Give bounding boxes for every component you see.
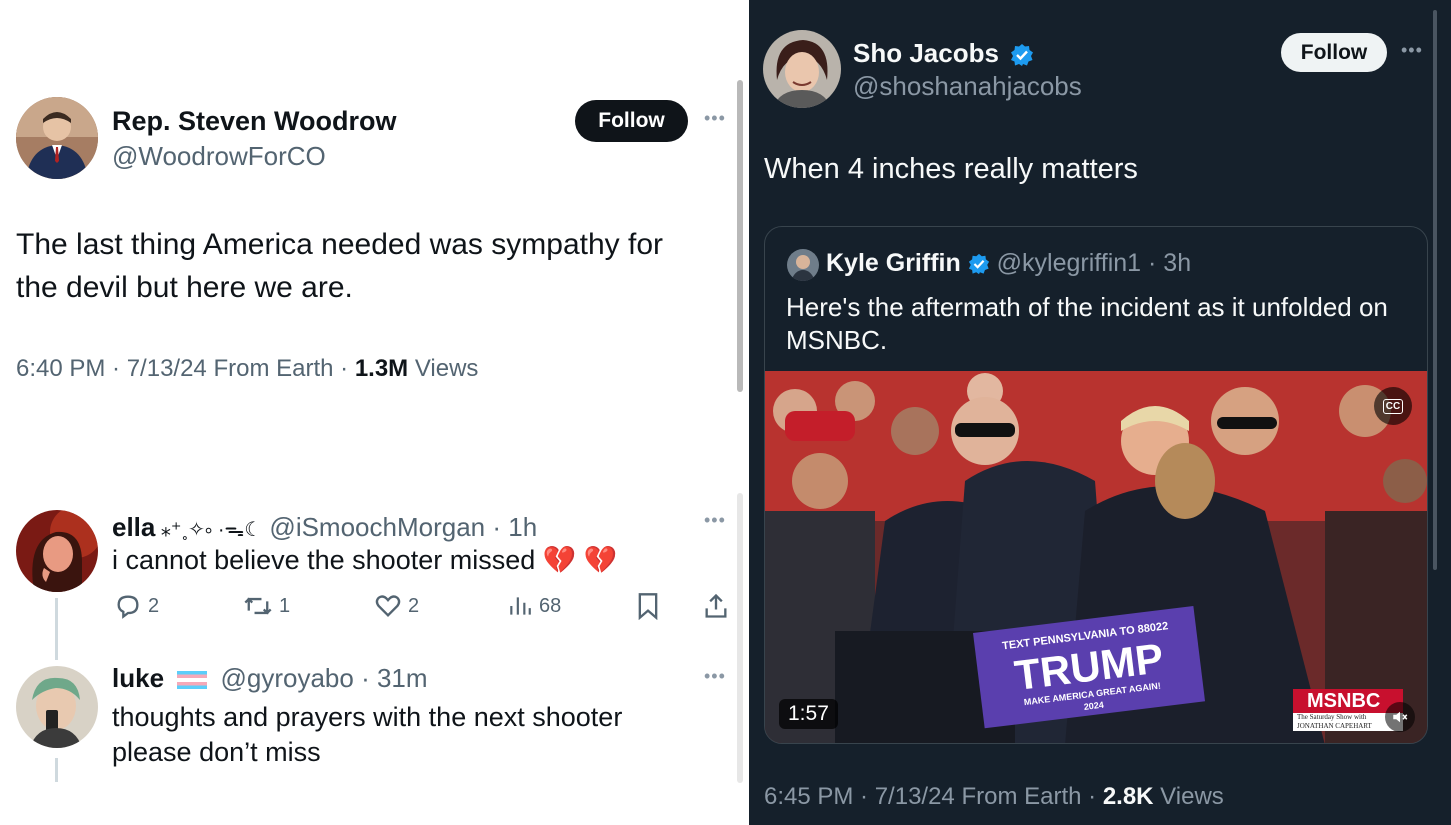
bookmark-action[interactable] (636, 592, 660, 620)
steven-woodrow-avatar[interactable] (16, 97, 98, 179)
reply2-text-line2: please don’t miss (112, 737, 321, 767)
kyle-griffin-avatar[interactable] (787, 249, 819, 281)
tweet-text-line1: The last thing America needed was sympat… (16, 228, 663, 261)
video-duration: 1:57 (779, 699, 838, 729)
author-handle[interactable]: @WoodrowForCO (112, 141, 326, 172)
tweet-text-line2: the devil but here we are. (16, 271, 353, 304)
tweet-timestamp[interactable]: 6:45 PM · 7/13/24 From Earth · (764, 783, 1103, 810)
quote-handle-time[interactable]: @kylegriffin1 · 3h (997, 249, 1191, 277)
reply-count: 2 (148, 594, 160, 617)
reply1-reply-action[interactable]: 2 (114, 592, 159, 620)
reply2-handle-time[interactable]: @gyroyabo · 31m (221, 663, 428, 693)
reply1-text: i cannot believe the shooter missed 💔 💔 (112, 545, 618, 575)
views-bar-icon (510, 597, 531, 615)
ella-avatar[interactable] (16, 510, 98, 592)
muted-speaker-icon (1393, 711, 1408, 723)
mute-button[interactable] (1385, 702, 1415, 732)
like-count: 2 (408, 594, 420, 617)
verified-badge-icon (1011, 44, 1034, 67)
scrollbar-thumb[interactable] (1433, 10, 1437, 570)
reply1-name[interactable]: ella (112, 512, 155, 542)
reply2-header: luke @gyroyabo · 31m (112, 663, 428, 694)
follow-button[interactable]: Follow (1281, 33, 1387, 72)
author-name-row: Sho Jacobs (853, 38, 1034, 69)
views-label: Views (408, 355, 479, 382)
quote-header: Kyle Griffin @kylegriffin1 · 3h (826, 249, 1191, 278)
quoted-tweet-card[interactable]: Kyle Griffin @kylegriffin1 · 3h Here's t… (764, 226, 1428, 744)
tweet-meta: 6:40 PM · 7/13/24 From Earth · 1.3M View… (16, 355, 478, 383)
share-icon (705, 593, 727, 618)
thread-line (55, 598, 58, 660)
quote-author-name[interactable]: Kyle Griffin (826, 249, 961, 277)
more-options-icon[interactable]: ••• (704, 108, 726, 129)
views-count: 68 (539, 594, 562, 617)
views-label: Views (1153, 783, 1224, 810)
reply1-handle-time[interactable]: @iSmoochMorgan · 1h (269, 512, 537, 542)
follow-button[interactable]: Follow (575, 100, 688, 142)
reply1-more-icon[interactable]: ••• (704, 510, 726, 531)
author-handle[interactable]: @shoshanahjacobs (853, 71, 1082, 102)
scrollbar-track[interactable] (737, 493, 743, 783)
tweet-text: When 4 inches really matters (764, 153, 1138, 185)
reply1-views-action[interactable]: 68 (507, 592, 561, 620)
right-tweet-panel: Sho Jacobs @shoshanahjacobs Follow ••• W… (749, 0, 1451, 825)
cc-label: CC (1382, 398, 1404, 414)
thread-line-bottom (55, 758, 58, 782)
author-name[interactable]: Rep. Steven Woodrow (112, 106, 397, 137)
sho-jacobs-avatar[interactable] (763, 30, 841, 108)
quote-text-line1: Here's the aftermath of the incident as … (786, 292, 1388, 322)
bookmark-icon (638, 593, 658, 620)
scrollbar-thumb[interactable] (737, 80, 743, 392)
reply2-name[interactable]: luke (112, 663, 164, 693)
reply2-more-icon[interactable]: ••• (704, 666, 726, 687)
reply-icon (117, 595, 139, 619)
trans-flag-icon (177, 671, 208, 690)
reply2-text-line1: thoughts and prayers with the next shoot… (112, 702, 623, 732)
author-name[interactable]: Sho Jacobs (853, 38, 999, 68)
more-options-icon[interactable]: ••• (1401, 40, 1423, 61)
views-count: 2.8K (1102, 783, 1154, 810)
quote-text-line2: MSNBC. (786, 325, 888, 355)
repost-count: 1 (279, 594, 291, 617)
views-count: 1.3M (354, 355, 409, 382)
like-heart-icon (375, 595, 401, 617)
video-player[interactable]: TEXT PENNSYLVANIA TO 88022 TRUMP MAKE AM… (765, 371, 1427, 743)
luke-avatar[interactable] (16, 666, 98, 748)
reply1-name-decoration: ⁎⁺˳✧༚ ·ᯓ☾ (155, 519, 263, 541)
tweet-timestamp[interactable]: 6:40 PM · 7/13/24 From Earth · (16, 355, 355, 382)
reply1-like-action[interactable]: 2 (374, 592, 419, 620)
reply1-repost-action[interactable]: 1 (243, 592, 290, 620)
tweet-meta: 6:45 PM · 7/13/24 From Earth · 2.8K View… (764, 783, 1224, 811)
verified-badge-icon (968, 254, 989, 275)
share-action[interactable] (702, 592, 730, 620)
left-tweet-panel: Rep. Steven Woodrow @WoodrowForCO Follow… (0, 0, 749, 825)
closed-captions-button[interactable]: CC (1374, 387, 1412, 425)
repost-icon (244, 597, 272, 615)
